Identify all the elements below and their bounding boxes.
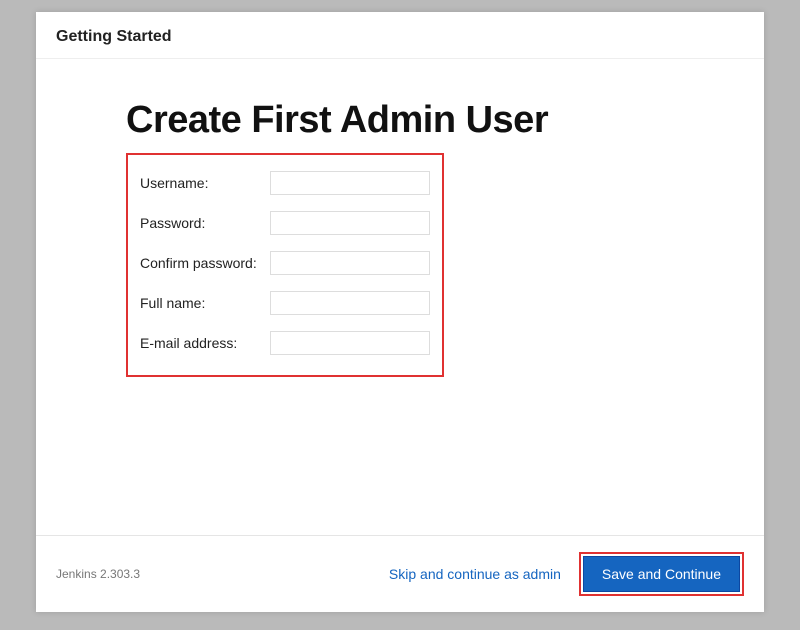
footer-actions: Skip and continue as admin Save and Cont… [389, 552, 744, 596]
save-and-continue-button[interactable]: Save and Continue [583, 556, 740, 592]
form-row-email: E-mail address: [140, 323, 430, 363]
save-button-highlight: Save and Continue [579, 552, 744, 596]
form-row-fullname: Full name: [140, 283, 430, 323]
form-row-confirm-password: Confirm password: [140, 243, 430, 283]
version-label: Jenkins 2.303.3 [56, 567, 140, 581]
dialog-footer: Jenkins 2.303.3 Skip and continue as adm… [36, 535, 764, 612]
form-row-username: Username: [140, 163, 430, 203]
setup-wizard-dialog: Getting Started Create First Admin User … [36, 12, 764, 612]
form-row-password: Password: [140, 203, 430, 243]
username-field[interactable] [270, 171, 430, 195]
fullname-label: Full name: [140, 295, 270, 311]
username-label: Username: [140, 175, 270, 191]
email-field[interactable] [270, 331, 430, 355]
skip-link[interactable]: Skip and continue as admin [389, 566, 561, 582]
password-field[interactable] [270, 211, 430, 235]
dialog-header: Getting Started [36, 12, 764, 59]
confirm-password-label: Confirm password: [140, 255, 270, 271]
fullname-field[interactable] [270, 291, 430, 315]
dialog-title: Getting Started [56, 28, 744, 46]
admin-user-form: Username: Password: Confirm password: Fu… [126, 153, 444, 377]
confirm-password-field[interactable] [270, 251, 430, 275]
dialog-body: Create First Admin User Username: Passwo… [36, 59, 764, 535]
page-title: Create First Admin User [126, 99, 674, 143]
email-label: E-mail address: [140, 335, 270, 351]
password-label: Password: [140, 215, 270, 231]
